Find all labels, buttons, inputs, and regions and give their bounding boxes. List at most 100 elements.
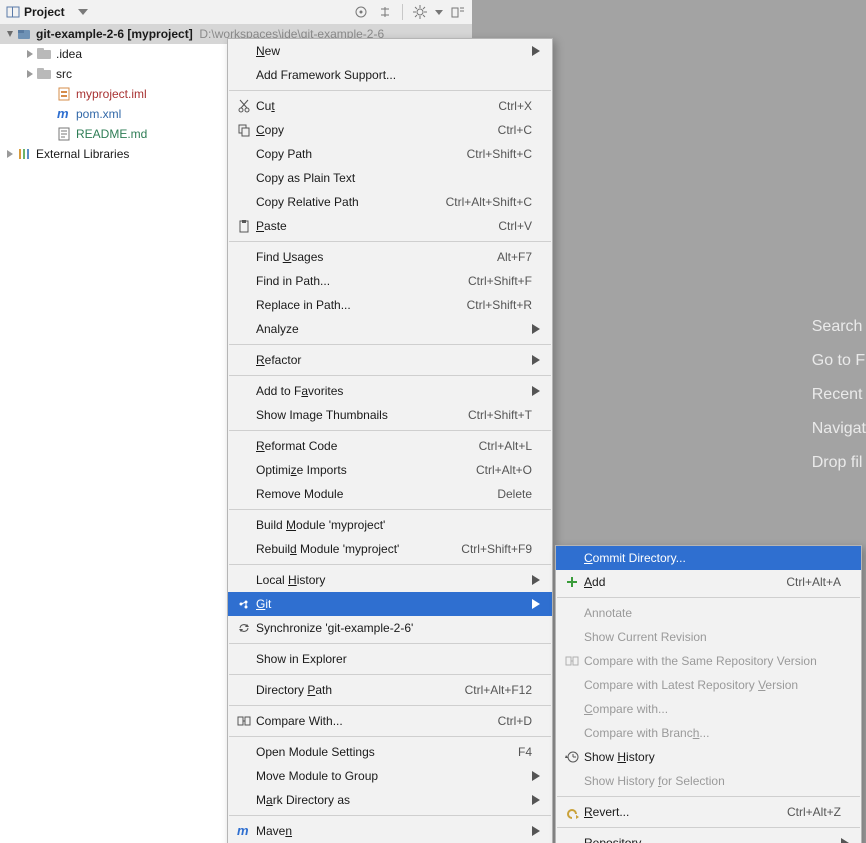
menu-separator [229,344,551,345]
menu-item-repository[interactable]: Repository [556,831,861,843]
menu-item-analyze[interactable]: Analyze [228,317,552,341]
menu-item-mark-directory-as[interactable]: Mark Directory as [228,788,552,812]
project-toolbar: Project [0,0,472,25]
menu-item-maven[interactable]: mMaven [228,819,552,843]
submenu-arrow-icon [532,575,544,585]
menu-item-optimize-imports[interactable]: Optimize ImportsCtrl+Alt+O [228,458,552,482]
menu-item-shortcut: Ctrl+Shift+F9 [461,542,532,556]
menu-item-shortcut: Ctrl+V [498,219,532,233]
view-chooser-dropdown[interactable] [71,9,95,15]
menu-item-label: Annotate [584,606,841,620]
menu-item-replace-in-path[interactable]: Replace in Path...Ctrl+Shift+R [228,293,552,317]
menu-item-show-image-thumbnails[interactable]: Show Image ThumbnailsCtrl+Shift+T [228,403,552,427]
blank-icon [562,833,582,843]
expand-icon[interactable] [375,2,395,22]
hint-drop: Drop fil [798,446,866,480]
blank-icon [234,766,254,786]
blank-icon [234,515,254,535]
menu-separator [229,643,551,644]
menu-item-remove-module[interactable]: Remove ModuleDelete [228,482,552,506]
menu-item-local-history[interactable]: Local History [228,568,552,592]
menu-item-revert[interactable]: Revert...Ctrl+Alt+Z [556,800,861,824]
menu-item-label: Add Framework Support... [256,68,532,82]
blank-icon [562,723,582,743]
menu-item-cut[interactable]: CutCtrl+X [228,94,552,118]
project-tab-label: Project [24,5,65,19]
cut-icon [234,96,254,116]
menu-item-shortcut: Ctrl+Alt+Z [787,805,841,819]
collapse-icon[interactable] [351,2,371,22]
menu-item-add-to-favorites[interactable]: Add to Favorites [228,379,552,403]
menu-item-label: Compare with the Same Repository Version [584,654,841,668]
menu-item-copy-as-plain-text[interactable]: Copy as Plain Text [228,166,552,190]
menu-item-compare-with-latest-repository-version: Compare with Latest Repository Version [556,673,861,697]
menu-item-add-framework-support[interactable]: Add Framework Support... [228,63,552,87]
blank-icon [234,65,254,85]
menu-separator [229,430,551,431]
menu-item-move-module-to-group[interactable]: Move Module to Group [228,764,552,788]
menu-item-label: Copy [256,123,486,137]
expand-arrow-icon[interactable] [4,29,16,39]
menu-item-commit-directory[interactable]: Commit Directory... [556,546,861,570]
hint-goto: Go to F [798,344,866,378]
submenu-arrow-icon [841,838,853,843]
menu-separator [229,375,551,376]
menu-item-compare-with[interactable]: Compare With...Ctrl+D [228,709,552,733]
submenu-arrow-icon [532,386,544,396]
menu-item-shortcut: Ctrl+X [498,99,532,113]
extlib-label: External Libraries [36,147,129,161]
collapse-arrow-icon[interactable] [4,149,16,159]
hide-icon[interactable] [448,2,468,22]
menu-item-label: Git [256,597,532,611]
collapse-arrow-icon[interactable] [24,49,36,59]
settings-dropdown-icon[interactable] [434,2,444,22]
menu-item-find-in-path[interactable]: Find in Path...Ctrl+Shift+F [228,269,552,293]
menu-item-shortcut: Ctrl+Shift+R [467,298,532,312]
menu-separator [229,815,551,816]
menu-item-directory-path[interactable]: Directory PathCtrl+Alt+F12 [228,678,552,702]
menu-item-open-module-settings[interactable]: Open Module SettingsF4 [228,740,552,764]
blank-icon [234,247,254,267]
menu-separator [557,827,860,828]
hint-search: Search [798,310,866,344]
menu-item-copy-path[interactable]: Copy PathCtrl+Shift+C [228,142,552,166]
submenu-arrow-icon [532,599,544,609]
submenu-arrow-icon [532,355,544,365]
menu-item-paste[interactable]: PasteCtrl+V [228,214,552,238]
blank-icon [562,627,582,647]
settings-icon[interactable] [410,2,430,22]
menu-item-copy-relative-path[interactable]: Copy Relative PathCtrl+Alt+Shift+C [228,190,552,214]
blank-icon [234,405,254,425]
collapse-arrow-icon[interactable] [24,69,36,79]
menu-item-add[interactable]: AddCtrl+Alt+A [556,570,861,594]
menu-item-label: Remove Module [256,487,485,501]
menu-item-label: Repository [584,836,841,843]
hint-navigate: Navigat [798,412,866,446]
menu-item-synchronize[interactable]: Synchronize 'git-example-2-6' [228,616,552,640]
submenu-arrow-icon [532,771,544,781]
menu-item-refactor[interactable]: Refactor [228,348,552,372]
menu-item-new[interactable]: New [228,39,552,63]
menu-item-git[interactable]: Git [228,592,552,616]
menu-item-find-usages[interactable]: Find UsagesAlt+F7 [228,245,552,269]
menu-separator [557,796,860,797]
menu-item-label: Find Usages [256,250,485,264]
menu-item-label: Directory Path [256,683,453,697]
blank-icon [234,680,254,700]
menu-item-label: Show Image Thumbnails [256,408,456,422]
menu-item-show-in-explorer[interactable]: Show in Explorer [228,647,552,671]
menu-item-shortcut: Ctrl+Shift+C [467,147,532,161]
menu-item-shortcut: Ctrl+Alt+L [479,439,532,453]
menu-item-label: Add to Favorites [256,384,532,398]
project-tab[interactable]: Project [0,0,71,24]
menu-item-label: Show in Explorer [256,652,532,666]
menu-item-reformat-code[interactable]: Reformat CodeCtrl+Alt+L [228,434,552,458]
blank-icon [234,790,254,810]
menu-separator [229,90,551,91]
blank-icon [234,742,254,762]
menu-item-copy[interactable]: CopyCtrl+C [228,118,552,142]
menu-item-label: Analyze [256,322,532,336]
menu-item-rebuild-module[interactable]: Rebuild Module 'myproject'Ctrl+Shift+F9 [228,537,552,561]
menu-item-build-module[interactable]: Build Module 'myproject' [228,513,552,537]
menu-item-show-history[interactable]: Show History [556,745,861,769]
